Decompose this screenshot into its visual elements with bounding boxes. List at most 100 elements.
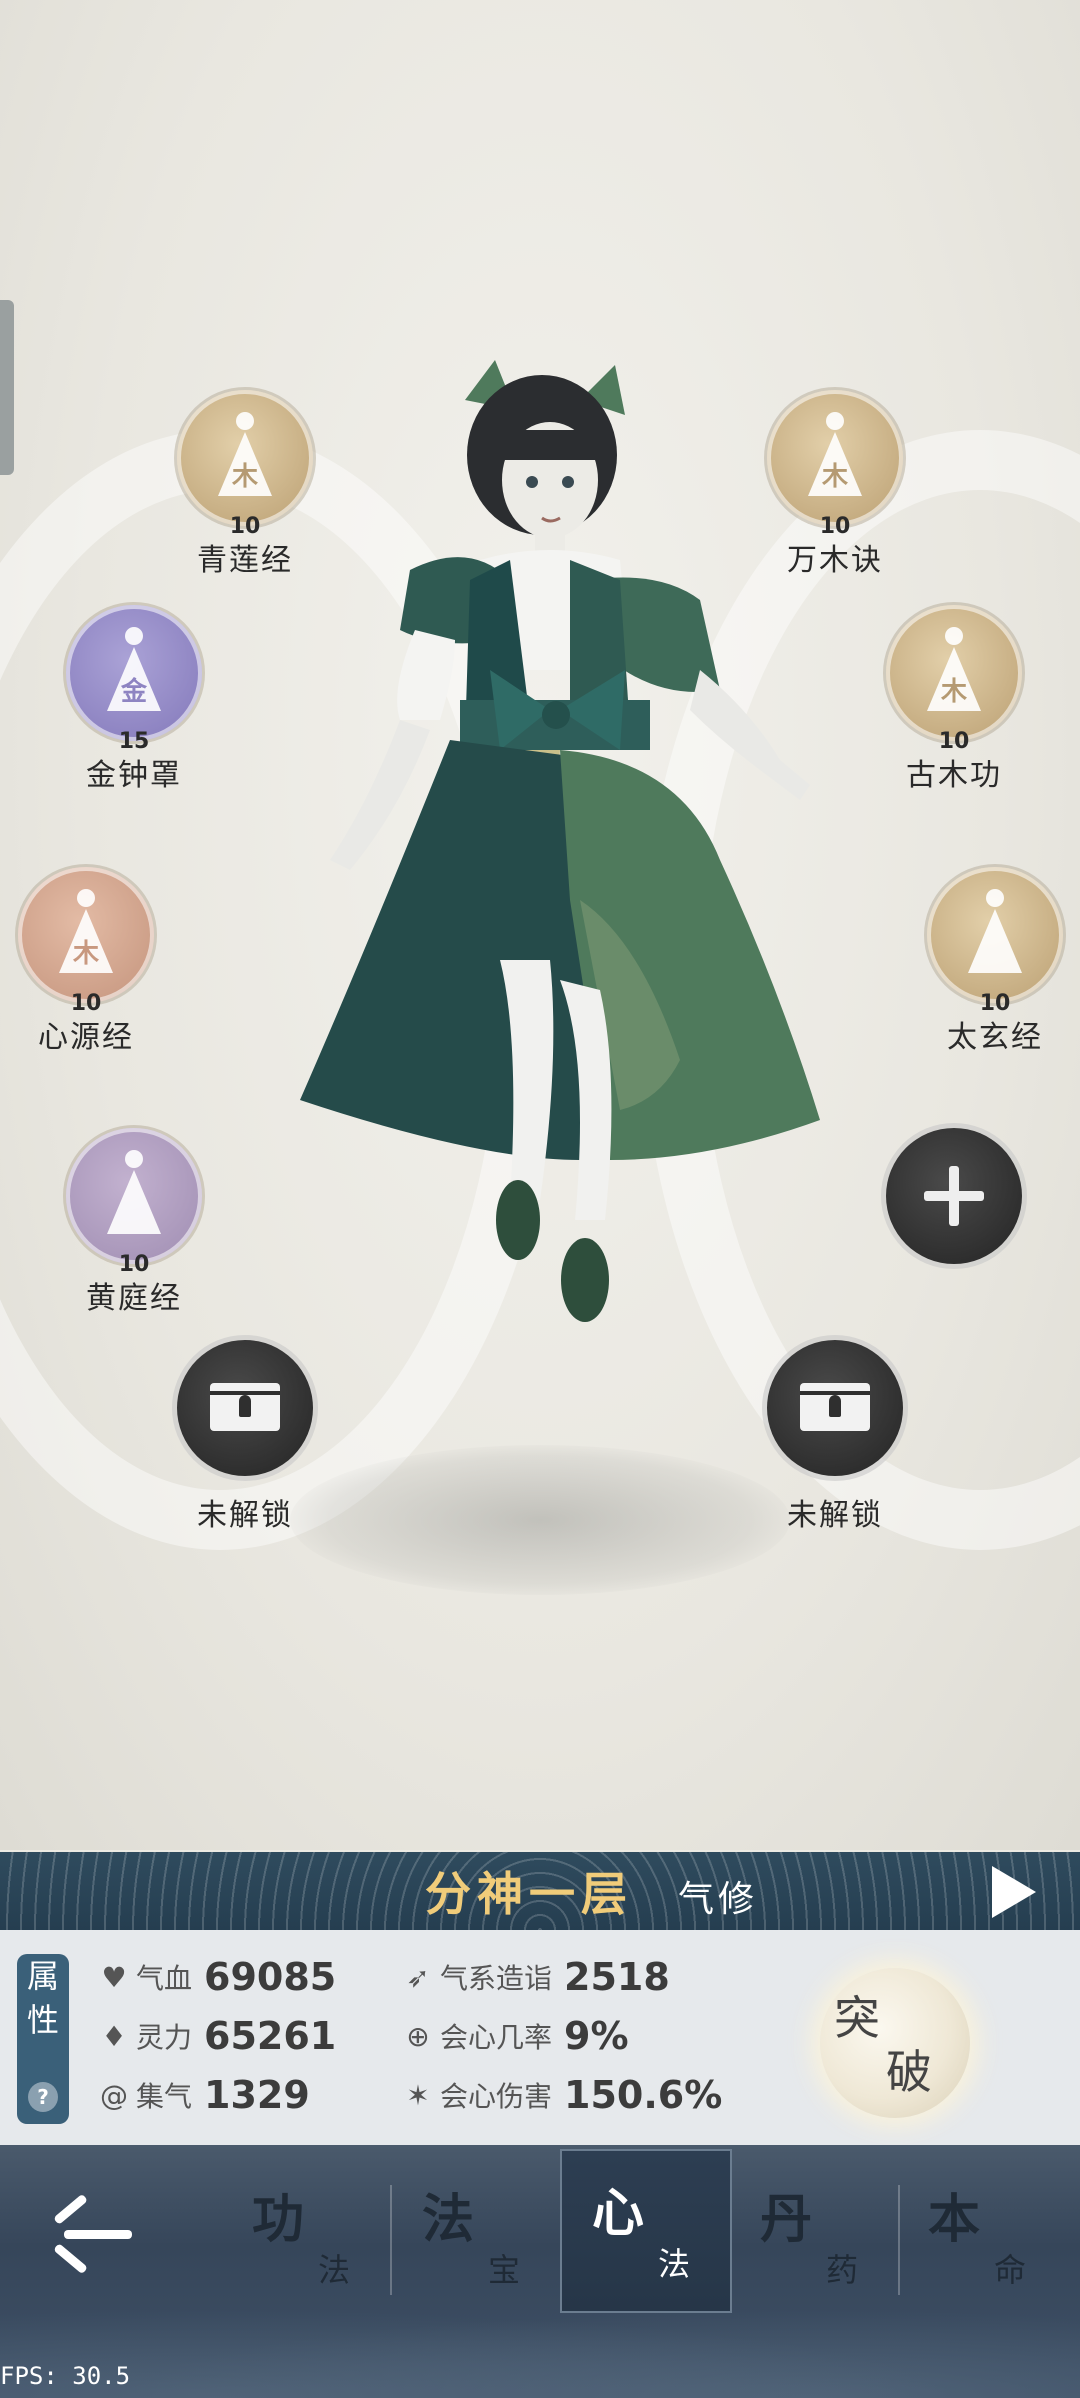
flame-icon: ♦ — [101, 2019, 127, 2053]
stat-value: 2518 — [564, 1955, 670, 1999]
breakthrough-label-2: 破 — [886, 2045, 932, 2099]
add-skill-slot[interactable] — [884, 1128, 1024, 1264]
skill-node-jinzhongzhao[interactable]: 金 15 金钟罩 — [64, 605, 204, 794]
realm-title: 分神一层 — [425, 1867, 633, 1921]
stat-label: 会心几率 — [440, 2021, 553, 2054]
skill-name: 黄庭经 — [86, 1281, 182, 1316]
fps-counter: FPS: 30.5 — [0, 2362, 131, 2390]
tab-xinfa[interactable]: 心 法 — [560, 2149, 732, 2313]
skill-orb: 木 — [886, 605, 1022, 741]
locked-orb — [177, 1340, 313, 1476]
stat-label: 气系造诣 — [440, 1962, 553, 1995]
skill-name: 青莲经 — [197, 543, 293, 578]
skill-orb: 木 — [177, 390, 313, 526]
stat-value: 9% — [564, 2014, 629, 2058]
element-glyph: 木 — [940, 677, 968, 707]
tab-label-sub: 法 — [658, 2245, 691, 2283]
skill-orb: 木 — [18, 867, 154, 1003]
wing-icon: ➶ — [406, 1960, 430, 1994]
skill-name: 万木诀 — [787, 543, 883, 578]
tab-label-sub: 命 — [994, 2251, 1027, 2289]
stat-qi-mastery: ➶ 气系造诣 2518 — [402, 1952, 670, 2002]
tab-label-sub: 宝 — [488, 2251, 521, 2289]
skill-level: 10 — [979, 991, 1011, 1016]
element-glyph: 木 — [821, 462, 849, 492]
lock-icon — [210, 1383, 280, 1431]
element-glyph: 木 — [72, 939, 100, 969]
tab-fabao[interactable]: 法 宝 — [392, 2157, 560, 2307]
tab-label-main: 功 — [252, 2189, 305, 2250]
stats-panel: 属 性 ? ♥ 气血 69085 ♦ 灵力 65261 @ 集气 1329 ➶ … — [0, 1930, 1080, 2145]
stat-label: 灵力 — [136, 2021, 193, 2054]
locked-orb — [767, 1340, 903, 1476]
next-arrow-icon[interactable] — [992, 1866, 1036, 1918]
stat-value: 65261 — [204, 2014, 337, 2058]
stat-value: 69085 — [204, 1955, 337, 1999]
locked-slot-left[interactable]: 未解锁 — [175, 1340, 315, 1534]
add-orb — [886, 1128, 1022, 1264]
skill-name: 太玄经 — [947, 1020, 1043, 1055]
skill-orb: 金 — [66, 605, 202, 741]
skill-name: 古木功 — [906, 758, 1002, 793]
skill-node-qinglian[interactable]: 木 10 青莲经 — [175, 390, 315, 579]
stat-spirit: ♦ 灵力 65261 — [98, 2011, 336, 2061]
skill-node-taixuan[interactable]: 10 太玄经 — [925, 867, 1065, 1056]
skill-level: 10 — [819, 514, 851, 539]
skill-level: 15 — [118, 729, 150, 754]
locked-slot-right[interactable]: 未解锁 — [765, 1340, 905, 1534]
stat-crit-rate: ⊕ 会心几率 9% — [402, 2011, 629, 2061]
help-icon[interactable]: ? — [28, 2082, 58, 2112]
crit-rate-icon: ⊕ — [406, 2019, 430, 2053]
attributes-tab[interactable]: 属 性 ? — [17, 1954, 69, 2124]
tab-label-main: 本 — [928, 2189, 981, 2250]
lock-icon — [800, 1383, 870, 1431]
skill-orb — [66, 1128, 202, 1264]
skill-level: 10 — [938, 729, 970, 754]
tab-gongfa[interactable]: 功 法 — [222, 2157, 390, 2307]
skill-level: 10 — [118, 1252, 150, 1277]
attributes-tab-label-1: 属 — [26, 1957, 59, 1995]
tab-label-main: 丹 — [760, 2189, 813, 2250]
skill-level: 10 — [70, 991, 102, 1016]
breakthrough-button[interactable]: 突 破 — [820, 1968, 970, 2118]
character-portrait — [300, 360, 820, 1322]
realm-type: 气修 — [678, 1879, 759, 1920]
locked-label: 未解锁 — [787, 1498, 883, 1533]
skill-node-wanmu[interactable]: 木 10 万木诀 — [765, 390, 905, 579]
tab-label-main: 法 — [422, 2189, 475, 2250]
side-handle[interactable] — [0, 300, 14, 475]
stat-value: 1329 — [204, 2073, 310, 2117]
skill-name: 金钟罩 — [86, 758, 182, 793]
tab-danyao[interactable]: 丹 药 — [730, 2157, 898, 2307]
stat-label: 气血 — [136, 1962, 193, 1995]
game-scene: 木 10 青莲经 金 15 金钟罩 木 10 心源经 10 黄庭经 未解锁 木 … — [0, 0, 1080, 1850]
tab-label-sub: 药 — [826, 2251, 859, 2289]
skill-orb — [927, 867, 1063, 1003]
tab-label-main: 心 — [592, 2183, 645, 2244]
locked-label: 未解锁 — [197, 1498, 293, 1533]
skill-node-xinyuan[interactable]: 木 10 心源经 — [16, 867, 156, 1056]
stat-label: 会心伤害 — [440, 2080, 553, 2113]
attributes-tab-label-2: 性 — [26, 2001, 59, 2039]
skill-node-huangting[interactable]: 10 黄庭经 — [64, 1128, 204, 1317]
realm-banner: 分神一层 气修 — [0, 1852, 1080, 1930]
stat-gather: @ 集气 1329 — [98, 2070, 310, 2120]
stat-hp: ♥ 气血 69085 — [98, 1952, 336, 2002]
stat-value: 150.6% — [564, 2073, 723, 2117]
skill-level: 10 — [229, 514, 261, 539]
element-glyph: 木 — [231, 462, 259, 492]
swirl-icon: @ — [100, 2078, 128, 2112]
breakthrough-label-1: 突 — [834, 1991, 880, 2045]
tab-benming[interactable]: 本 命 — [898, 2157, 1066, 2307]
bottom-nav: 功 法 法 宝 心 法 丹 药 本 命 — [0, 2145, 1080, 2398]
skill-node-gumu[interactable]: 木 10 古木功 — [884, 605, 1024, 794]
skill-name: 心源经 — [38, 1020, 134, 1055]
stat-label: 集气 — [136, 2080, 193, 2113]
skill-orb: 木 — [767, 390, 903, 526]
back-arrow-icon[interactable] — [50, 2193, 140, 2275]
tab-label-sub: 法 — [318, 2251, 351, 2289]
burst-icon: ✶ — [406, 2078, 430, 2112]
heart-icon: ♥ — [101, 1960, 127, 1994]
stat-crit-damage: ✶ 会心伤害 150.6% — [402, 2070, 722, 2120]
element-glyph: 金 — [120, 677, 148, 707]
